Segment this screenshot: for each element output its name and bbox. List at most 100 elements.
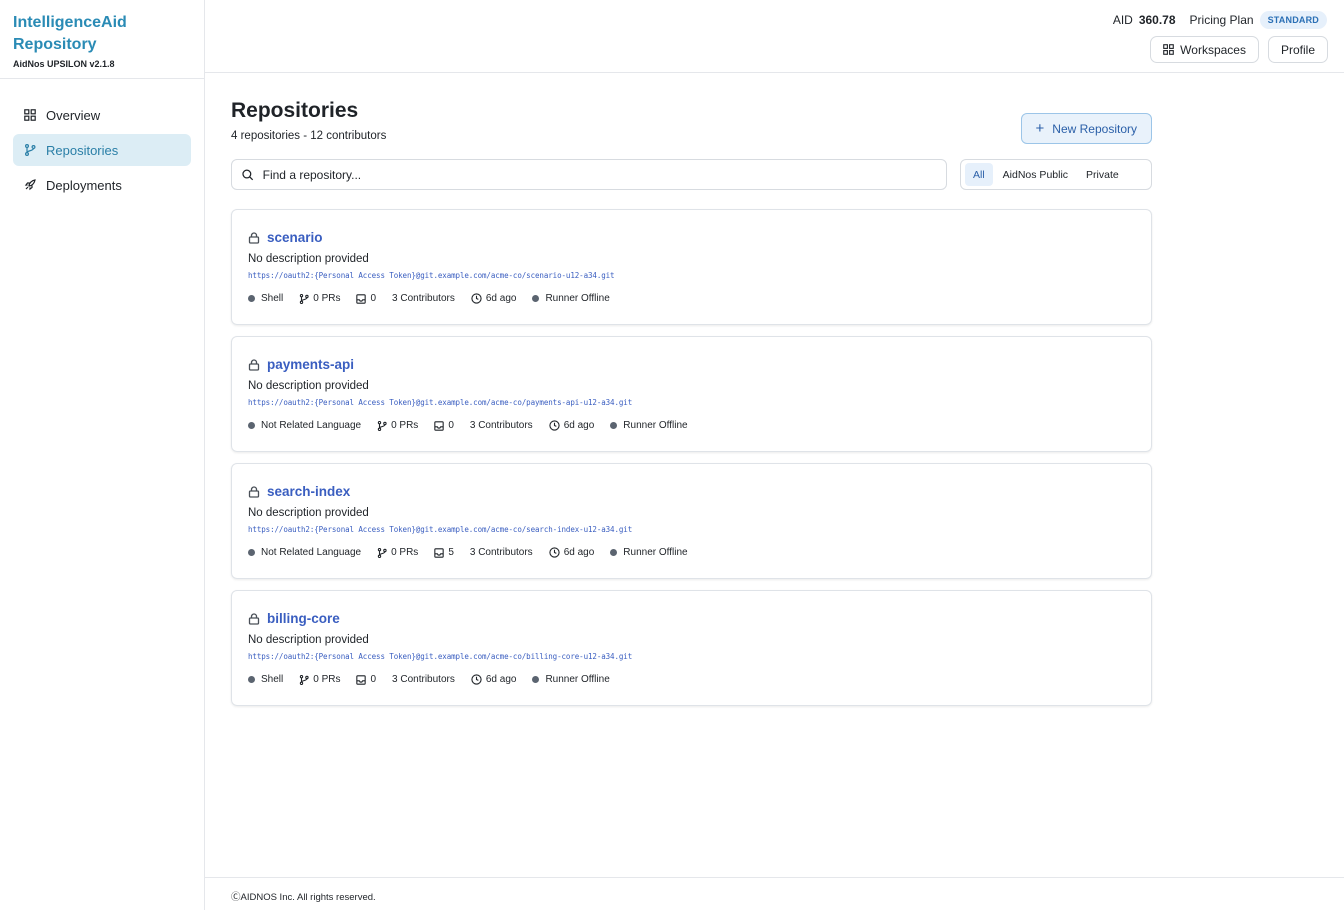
- sidebar-item-deployments[interactable]: Deployments: [13, 169, 191, 201]
- search-input[interactable]: [262, 167, 936, 182]
- issue-icon: [356, 293, 367, 304]
- runner-status: Runner Offline: [532, 293, 610, 304]
- brand-title-line2[interactable]: Repository: [13, 34, 191, 56]
- copyright: ⒸAIDNOS Inc. All rights reserved.: [231, 892, 376, 903]
- language-label: Shell: [261, 293, 284, 304]
- updated-label: 6d ago: [485, 293, 517, 304]
- language-dot: [248, 295, 255, 302]
- filter-aidnos-public[interactable]: AidNos Public: [995, 163, 1076, 186]
- plan-badge: STANDARD: [1259, 11, 1327, 29]
- repository-list: scenario No description provided https:/…: [231, 209, 1152, 706]
- language-dot: [248, 422, 255, 429]
- repository-name-row: search-index: [248, 484, 1135, 499]
- lock-icon: [248, 485, 260, 498]
- sidebar-item-overview[interactable]: Overview: [13, 99, 191, 131]
- updated-label: 6d ago: [563, 547, 595, 558]
- prs-count: 0 PRs: [313, 674, 341, 685]
- language-label: Shell: [261, 674, 284, 685]
- repository-meta: Shell 0 PRs 0 3 Contributors 6d ago Runn…: [248, 674, 1135, 685]
- language-label: Not Related Language: [261, 420, 362, 431]
- updated: 6d ago: [471, 293, 517, 304]
- repository-meta: Not Related Language 0 PRs 5 3 Contribut…: [248, 547, 1135, 558]
- repository-card[interactable]: scenario No description provided https:/…: [231, 209, 1152, 325]
- workspaces-button[interactable]: Workspaces: [1150, 36, 1259, 63]
- account-summary: AID 360.78 Pricing Plan STANDARD: [1113, 11, 1327, 29]
- brand-title-line1[interactable]: IntelligenceAid: [13, 12, 191, 34]
- aid-label: AID: [1112, 13, 1133, 27]
- clock-icon: [471, 293, 482, 304]
- profile-button[interactable]: Profile: [1267, 36, 1328, 63]
- visibility-filter: All AidNos Public Private: [960, 159, 1152, 190]
- updated: 6d ago: [549, 547, 595, 558]
- search-icon: [242, 169, 254, 180]
- contributors: 3 Contributors: [392, 674, 455, 685]
- status-dot: [610, 422, 618, 429]
- pull-requests: 0 PRs: [377, 420, 418, 431]
- issues: 5: [434, 547, 454, 558]
- repository-description: No description provided: [248, 380, 369, 392]
- repository-name[interactable]: search-index: [267, 484, 350, 499]
- issues-count: 0: [370, 293, 377, 304]
- prs-count: 0 PRs: [391, 420, 419, 431]
- repository-card[interactable]: payments-api No description provided htt…: [231, 336, 1152, 452]
- clock-icon: [471, 674, 482, 685]
- brand: IntelligenceAid Repository AidNos UPSILO…: [0, 0, 204, 79]
- clock-icon: [549, 420, 560, 431]
- plus-icon: +: [1035, 120, 1045, 137]
- language: Shell: [248, 674, 283, 685]
- issues-count: 5: [448, 547, 454, 558]
- prs-count: 0 PRs: [391, 547, 419, 558]
- status-dot: [532, 295, 540, 302]
- lock-icon: [248, 231, 260, 244]
- sidebar: IntelligenceAid Repository AidNos UPSILO…: [0, 0, 205, 910]
- contributors: 3 Contributors: [469, 420, 533, 431]
- search-row: All AidNos Public Private: [231, 159, 1152, 190]
- runner-status: Runner Offline: [610, 420, 688, 431]
- language-label: Not Related Language: [261, 547, 362, 558]
- repository-url[interactable]: https://oauth2:{Personal Access Token}@g…: [248, 271, 1135, 280]
- runner-label: Runner Offline: [545, 293, 610, 304]
- repository-name[interactable]: payments-api: [267, 357, 354, 372]
- language: Not Related Language: [248, 420, 361, 431]
- sidebar-item-label: Deployments: [46, 177, 122, 193]
- repository-description: No description provided: [248, 507, 369, 519]
- lock-icon: [248, 612, 260, 625]
- updated-label: 6d ago: [485, 674, 517, 685]
- contributors: 3 Contributors: [392, 293, 455, 304]
- repository-description: No description provided: [248, 253, 369, 265]
- repository-name[interactable]: billing-core: [267, 611, 340, 626]
- repository-card[interactable]: search-index No description provided htt…: [231, 463, 1152, 579]
- top-header: AID 360.78 Pricing Plan STANDARD Workspa…: [205, 0, 1344, 73]
- page-subtitle: 4 repositories - 12 contributors: [231, 130, 387, 142]
- repository-name[interactable]: scenario: [267, 230, 323, 245]
- repository-name-row: payments-api: [248, 357, 1135, 372]
- runner-label: Runner Offline: [545, 674, 610, 685]
- filter-all[interactable]: All: [965, 163, 993, 186]
- repository-url[interactable]: https://oauth2:{Personal Access Token}@g…: [248, 652, 1135, 661]
- footer: ⒸAIDNOS Inc. All rights reserved.: [205, 877, 1344, 910]
- repository-url[interactable]: https://oauth2:{Personal Access Token}@g…: [248, 525, 1135, 534]
- issues-count: 0: [370, 674, 377, 685]
- issue-icon: [434, 420, 445, 431]
- issues-count: 0: [448, 420, 454, 431]
- repository-url[interactable]: https://oauth2:{Personal Access Token}@g…: [248, 398, 1135, 407]
- sidebar-item-repositories[interactable]: Repositories: [13, 134, 191, 166]
- header-buttons: Workspaces Profile: [1150, 36, 1328, 63]
- clock-icon: [549, 547, 560, 558]
- repository-card[interactable]: billing-core No description provided htt…: [231, 590, 1152, 706]
- new-repository-button[interactable]: + New Repository: [1020, 113, 1152, 144]
- issue-icon: [356, 674, 367, 685]
- pull-requests: 0 PRs: [377, 547, 418, 558]
- rocket-icon: [23, 179, 36, 192]
- filter-private[interactable]: Private: [1078, 163, 1127, 186]
- status-dot: [532, 676, 540, 683]
- branch-icon: [300, 293, 309, 304]
- new-repository-label: New Repository: [1052, 121, 1137, 136]
- issue-icon: [434, 547, 445, 558]
- grid-icon: [1163, 44, 1174, 55]
- repository-description: No description provided: [248, 634, 369, 646]
- branch-icon: [377, 420, 387, 431]
- language-dot: [248, 549, 255, 556]
- brand-version: AidNos UPSILON v2.1.8: [13, 59, 115, 69]
- lock-icon: [248, 358, 260, 371]
